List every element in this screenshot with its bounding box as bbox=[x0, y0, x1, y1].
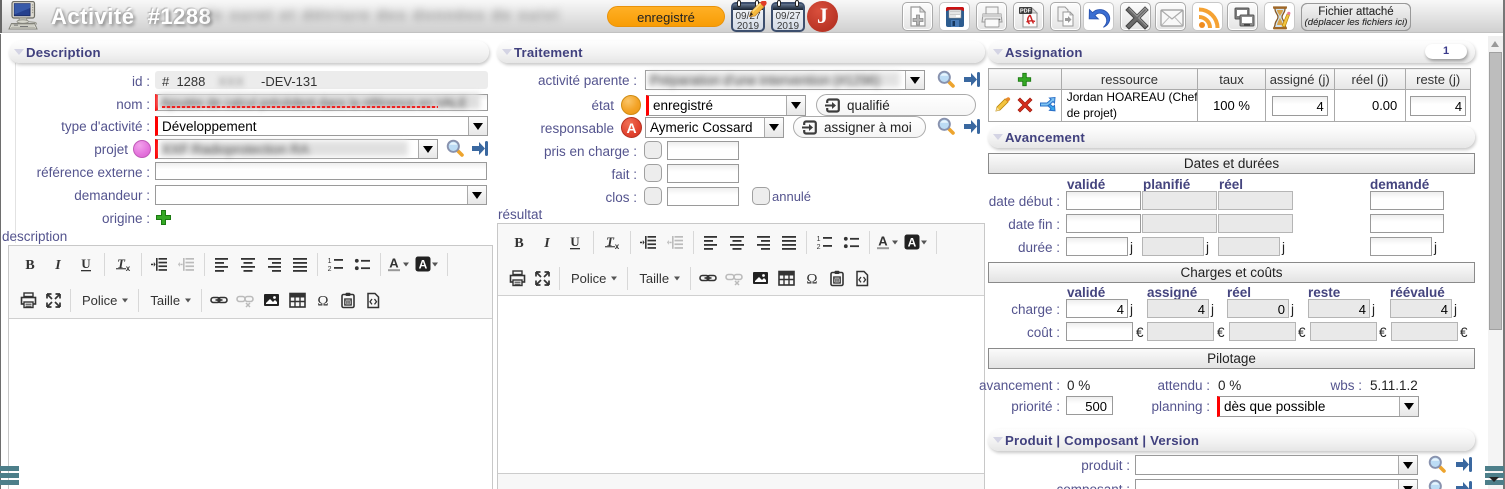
svg-text:2: 2 bbox=[328, 266, 332, 272]
svg-text:I: I bbox=[54, 258, 61, 272]
svg-text:A: A bbox=[908, 236, 917, 250]
svg-text:W: W bbox=[834, 278, 839, 284]
svg-text:x: x bbox=[126, 264, 131, 272]
svg-text:U: U bbox=[81, 256, 91, 271]
svg-text:2: 2 bbox=[817, 244, 821, 250]
svg-text:B: B bbox=[514, 236, 523, 250]
svg-text:I: I bbox=[543, 236, 550, 250]
svg-text:1: 1 bbox=[817, 236, 821, 243]
svg-text:x: x bbox=[615, 242, 620, 250]
svg-text:Ω: Ω bbox=[806, 272, 817, 287]
svg-text:Ω: Ω bbox=[317, 294, 328, 309]
svg-text:B: B bbox=[25, 258, 34, 272]
svg-text:PDF: PDF bbox=[1020, 9, 1032, 15]
svg-text:A: A bbox=[419, 258, 428, 272]
svg-text:A: A bbox=[389, 256, 399, 271]
svg-text:U: U bbox=[570, 234, 580, 249]
svg-text:A: A bbox=[878, 234, 888, 249]
svg-text:W: W bbox=[345, 300, 350, 306]
svg-text:1: 1 bbox=[328, 258, 332, 265]
